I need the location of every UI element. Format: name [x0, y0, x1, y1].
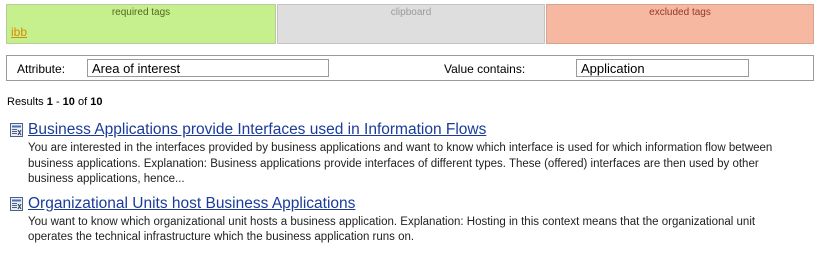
clipboard-header: clipboard	[390, 7, 432, 18]
attribute-input[interactable]	[87, 59, 329, 77]
result-title-row: Business Applications provide Interfaces…	[10, 119, 810, 141]
attribute-label: Attribute:	[17, 62, 66, 76]
results-prefix: Results	[7, 96, 44, 108]
results-to: 10	[62, 96, 75, 108]
results-of: of	[77, 96, 88, 108]
results-sep: -	[55, 96, 60, 108]
result-snippet: You want to know which organizational un…	[28, 215, 756, 244]
result-snippet: You are interested in the interfaces pro…	[28, 142, 773, 185]
required-tags-box[interactable]: required tags ibb	[6, 4, 276, 44]
result-title-row: Organizational Units host Business Appli…	[10, 193, 810, 215]
tag-filter-bar: required tags ibb clipboard excluded tag…	[6, 4, 814, 46]
required-tags-header: required tags	[111, 7, 171, 18]
results-from: 1	[46, 96, 53, 108]
value-contains-input[interactable]	[576, 59, 749, 77]
results-list: Business Applications provide Interfaces…	[10, 119, 810, 251]
result-item: Organizational Units host Business Appli…	[10, 193, 810, 246]
results-count: Results 1 - 10 of 10	[7, 96, 102, 108]
clipboard-box[interactable]: clipboard	[277, 4, 545, 44]
excluded-tags-header: excluded tags	[649, 7, 711, 18]
results-total: 10	[90, 96, 103, 108]
tag-ibb[interactable]: ibb	[11, 25, 27, 39]
document-icon	[10, 123, 23, 137]
excluded-tags-box[interactable]: excluded tags	[546, 4, 814, 44]
value-contains-label: Value contains:	[444, 62, 526, 76]
result-item: Business Applications provide Interfaces…	[10, 119, 810, 188]
attribute-filter-bar: Attribute: Value contains:	[6, 55, 814, 81]
document-icon	[10, 196, 23, 211]
result-title-link[interactable]: Organizational Units host Business Appli…	[28, 195, 355, 213]
result-title-link[interactable]: Business Applications provide Interfaces…	[28, 121, 486, 139]
